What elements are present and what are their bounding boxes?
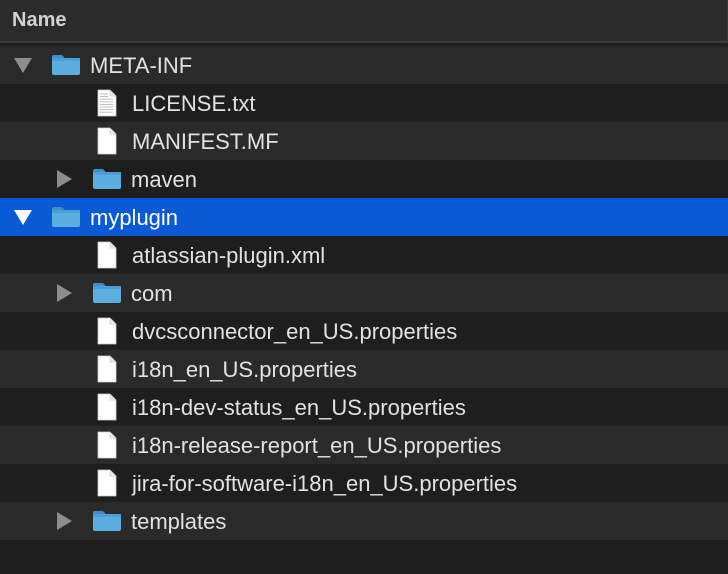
file-list: META-INF LICENSE.txt MANIFEST.MF maven myplu…: [0, 46, 728, 540]
name-column-header[interactable]: Name: [0, 0, 728, 43]
file-name: jira-for-software-i18n_en_US.properties: [132, 471, 518, 496]
folder-row[interactable]: maven: [0, 160, 728, 198]
folder-icon: [92, 282, 122, 304]
file-icon: [97, 431, 117, 459]
file-name: atlassian-plugin.xml: [132, 243, 326, 268]
file-icon: [97, 127, 117, 155]
file-name: LICENSE.txt: [132, 91, 256, 116]
folder-icon: [92, 168, 122, 190]
file-row[interactable]: i18n-release-report_en_US.properties: [0, 426, 728, 464]
disclosure-triangle-expanded-icon[interactable]: [14, 210, 32, 225]
folder-icon: [92, 510, 122, 532]
folder-row[interactable]: com: [0, 274, 728, 312]
folder-row[interactable]: templates: [0, 502, 728, 540]
disclosure-triangle-collapsed-icon[interactable]: [57, 512, 72, 530]
file-row[interactable]: atlassian-plugin.xml: [0, 236, 728, 274]
folder-name: maven: [131, 167, 198, 192]
file-name: dvcsconnector_en_US.properties: [132, 319, 458, 344]
finder-list-view: Name META-INF LICENSE.txt MANIFEST.MF maven…: [0, 0, 728, 574]
empty-list-area[interactable]: [0, 540, 728, 574]
folder-row[interactable]: META-INF: [0, 46, 728, 84]
folder-icon: [51, 206, 81, 228]
file-name: MANIFEST.MF: [132, 129, 279, 154]
file-icon: [97, 393, 117, 421]
disclosure-triangle-collapsed-icon[interactable]: [57, 170, 72, 188]
folder-name: com: [131, 281, 173, 306]
file-icon: [97, 317, 117, 345]
disclosure-triangle-collapsed-icon[interactable]: [57, 284, 72, 302]
file-row[interactable]: MANIFEST.MF: [0, 122, 728, 160]
folder-name: templates: [131, 509, 227, 534]
file-row[interactable]: jira-for-software-i18n_en_US.properties: [0, 464, 728, 502]
file-name: i18n-dev-status_en_US.properties: [132, 395, 466, 420]
file-row[interactable]: dvcsconnector_en_US.properties: [0, 312, 728, 350]
text-file-icon: [97, 89, 117, 117]
file-row[interactable]: LICENSE.txt: [0, 84, 728, 122]
file-row[interactable]: i18n-dev-status_en_US.properties: [0, 388, 728, 426]
folder-name: myplugin: [90, 205, 179, 230]
name-column-header-label: Name: [12, 9, 67, 31]
folder-name: META-INF: [90, 53, 193, 78]
file-name: i18n-release-report_en_US.properties: [132, 433, 502, 458]
file-row[interactable]: i18n_en_US.properties: [0, 350, 728, 388]
file-icon: [97, 355, 117, 383]
folder-icon: [51, 54, 81, 76]
disclosure-triangle-expanded-icon[interactable]: [14, 58, 32, 73]
folder-row[interactable]: myplugin: [0, 198, 728, 236]
file-icon: [97, 469, 117, 497]
file-icon: [97, 241, 117, 269]
file-name: i18n_en_US.properties: [132, 357, 358, 382]
